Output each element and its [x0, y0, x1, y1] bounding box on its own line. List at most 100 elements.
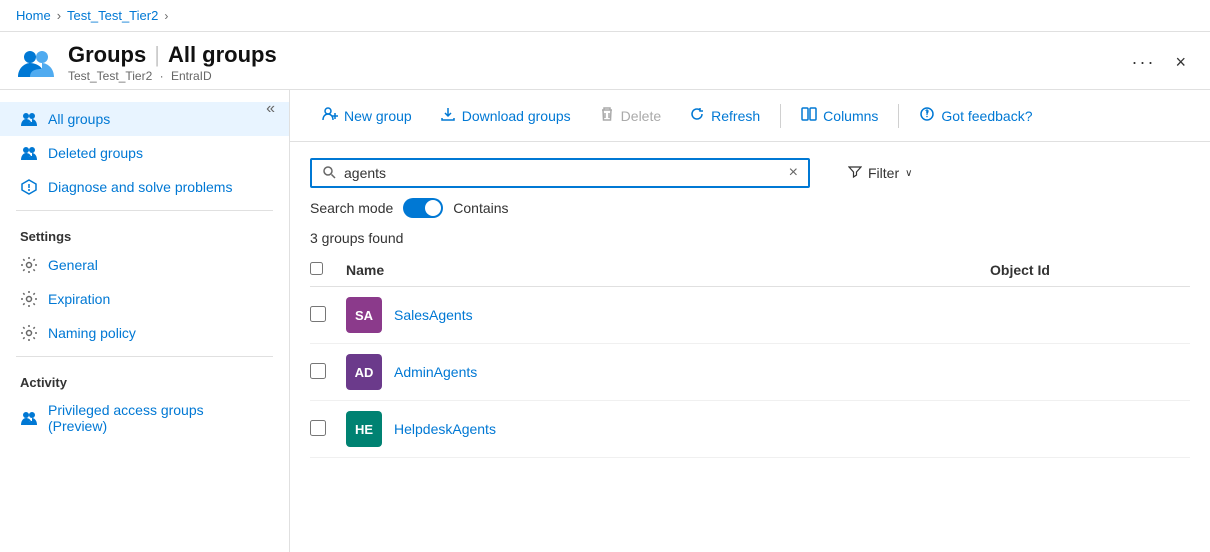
header-checkbox-cell [310, 262, 330, 278]
filter-icon [848, 165, 862, 182]
search-mode-label: Search mode [310, 200, 393, 216]
refresh-button[interactable]: Refresh [677, 100, 772, 131]
collapse-sidebar-button[interactable]: « [260, 98, 281, 120]
new-group-button[interactable]: New group [310, 100, 424, 131]
select-helpdeskagents-checkbox[interactable] [310, 420, 326, 436]
feedback-icon [919, 106, 935, 125]
adminagents-initials: AD [355, 365, 374, 380]
page-header: Groups | All groups Test_Test_Tier2 · En… [0, 32, 1210, 90]
breadcrumb-tier2[interactable]: Test_Test_Tier2 [67, 8, 158, 23]
columns-button[interactable]: Columns [789, 100, 890, 131]
feedback-label: Got feedback? [941, 108, 1032, 124]
new-group-icon [322, 106, 338, 125]
salesagents-initials: SA [355, 308, 373, 323]
search-input[interactable] [344, 165, 781, 181]
search-icon [322, 165, 336, 182]
sidebar-label-privileged-access: Privileged access groups(Preview) [48, 402, 204, 434]
column-header-objectid: Object Id [990, 262, 1190, 278]
close-button[interactable]: × [1167, 48, 1194, 77]
download-groups-label: Download groups [462, 108, 571, 124]
naming-policy-icon [20, 324, 38, 342]
diagnose-icon [20, 178, 38, 196]
breadcrumb-home[interactable]: Home [16, 8, 51, 23]
search-mode-toggle[interactable] [403, 198, 443, 218]
row-checkbox-adminagents [310, 363, 330, 382]
toggle-switch[interactable] [403, 198, 443, 218]
title-all-groups: All groups [168, 42, 277, 68]
adminagents-name-cell: AD AdminAgents [346, 354, 974, 390]
header-title-block: Groups | All groups Test_Test_Tier2 · En… [68, 42, 1132, 83]
helpdeskagents-initials: HE [355, 422, 373, 437]
all-groups-icon [20, 110, 38, 128]
columns-icon [801, 106, 817, 125]
refresh-label: Refresh [711, 108, 760, 124]
columns-label: Columns [823, 108, 878, 124]
search-box: × [310, 158, 810, 188]
content-area: New group Download groups Delete [290, 90, 1210, 552]
download-icon [440, 106, 456, 125]
column-header-name: Name [346, 262, 974, 278]
sidebar-nav: All groups Deleted groups [0, 102, 289, 442]
sidebar-item-privileged-access[interactable]: Privileged access groups(Preview) [0, 394, 289, 442]
salesagents-link[interactable]: SalesAgents [394, 307, 473, 323]
subtitle-dot: · [160, 69, 164, 83]
header-ellipsis-button[interactable]: ··· [1132, 52, 1156, 73]
sidebar-item-deleted-groups[interactable]: Deleted groups [0, 136, 289, 170]
delete-icon [599, 106, 615, 125]
sidebar-divider-activity [16, 356, 273, 357]
groups-table: Name Object Id SA SalesAgents [290, 254, 1210, 458]
adminagents-link[interactable]: AdminAgents [394, 364, 477, 380]
title-groups: Groups [68, 42, 146, 68]
filter-chevron-icon: ∨ [905, 168, 912, 179]
subtitle-product: EntraID [171, 69, 212, 83]
breadcrumb-sep1: › [57, 8, 61, 23]
salesagents-name-cell: SA SalesAgents [346, 297, 974, 333]
table-row: AD AdminAgents [310, 344, 1190, 401]
sidebar-item-diagnose[interactable]: Diagnose and solve problems [0, 170, 289, 204]
select-adminagents-checkbox[interactable] [310, 363, 326, 379]
feedback-button[interactable]: Got feedback? [907, 100, 1044, 131]
page-title: Groups | All groups [68, 42, 1132, 68]
new-group-label: New group [344, 108, 412, 124]
toolbar-separator-2 [898, 104, 899, 128]
breadcrumb-arrow: › [164, 9, 168, 23]
download-groups-button[interactable]: Download groups [428, 100, 583, 131]
sidebar-label-naming-policy: Naming policy [48, 325, 136, 341]
results-count: 3 groups found [290, 226, 1210, 254]
sidebar-section-settings: Settings [0, 217, 289, 248]
sidebar-item-naming-policy[interactable]: Naming policy [0, 316, 289, 350]
subtitle-org: Test_Test_Tier2 [68, 69, 152, 83]
search-clear-button[interactable]: × [789, 164, 798, 182]
sidebar-divider-settings [16, 210, 273, 211]
sidebar-item-all-groups[interactable]: All groups [0, 102, 289, 136]
filter-button[interactable]: Filter ∨ [838, 161, 922, 186]
breadcrumb: Home › Test_Test_Tier2 › [16, 8, 168, 23]
salesagents-avatar: SA [346, 297, 382, 333]
row-checkbox-helpdeskagents [310, 420, 330, 439]
sidebar-label-expiration: Expiration [48, 291, 110, 307]
table-row: HE HelpdeskAgents [310, 401, 1190, 458]
privileged-access-icon [20, 409, 38, 427]
breadcrumb-bar: Home › Test_Test_Tier2 › [0, 0, 1210, 32]
select-salesagents-checkbox[interactable] [310, 306, 326, 322]
header-subtitle: Test_Test_Tier2 · EntraID [68, 69, 1132, 83]
delete-button[interactable]: Delete [587, 100, 673, 131]
deleted-groups-icon [20, 144, 38, 162]
title-pipe: | [154, 42, 160, 68]
helpdeskagents-name-cell: HE HelpdeskAgents [346, 411, 974, 447]
sidebar-item-expiration[interactable]: Expiration [0, 282, 289, 316]
table-header: Name Object Id [310, 254, 1190, 287]
adminagents-avatar: AD [346, 354, 382, 390]
search-options: Search mode Contains [310, 198, 1190, 218]
table-row: SA SalesAgents [310, 287, 1190, 344]
filter-label: Filter [868, 165, 899, 181]
toolbar-separator [780, 104, 781, 128]
sidebar-item-general[interactable]: General [0, 248, 289, 282]
sidebar-label-general: General [48, 257, 98, 273]
select-all-checkbox[interactable] [310, 262, 323, 275]
helpdeskagents-link[interactable]: HelpdeskAgents [394, 421, 496, 437]
refresh-icon [689, 106, 705, 125]
expiration-icon [20, 290, 38, 308]
sidebar-label-all-groups: All groups [48, 111, 110, 127]
sidebar-label-deleted-groups: Deleted groups [48, 145, 143, 161]
